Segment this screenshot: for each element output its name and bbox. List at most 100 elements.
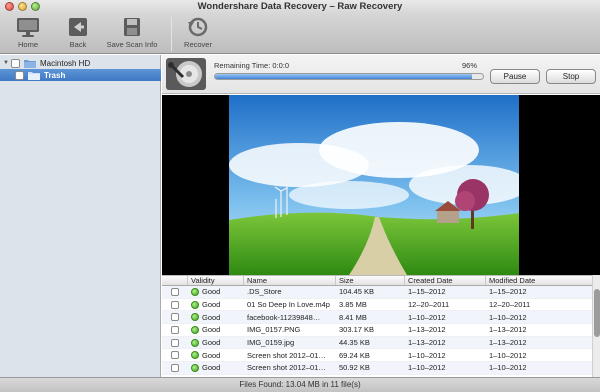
name-cell: IMG_0159.jpg [247,338,295,348]
row-checkbox-cell [162,338,188,347]
folder-icon [28,71,40,80]
column-header-modified-date[interactable]: Modified Date [486,276,592,285]
row-checkbox[interactable] [171,325,179,334]
name-cell: Screen shot 2012–01… [247,363,326,373]
floppy-disk-icon [124,18,140,36]
row-checkbox-cell [162,351,188,360]
home-label: Home [17,40,38,49]
created-date-cell: 1–15–2012 [408,287,446,297]
trash-checkbox[interactable] [15,70,24,80]
modified-date-cell: 1–10–2012 [489,350,527,360]
modified-date-cell: 1–13–2012 [489,338,527,348]
created-date-cell: 1–13–2012 [408,325,446,335]
row-checkbox[interactable] [171,313,179,322]
hard-drive-icon [166,58,206,90]
sidebar: ▼ Macintosh HD Trash [0,55,161,377]
row-checkbox-cell [162,287,188,296]
table-row[interactable]: Good .DS_Store 104.45 KB 1–15–2012 1–15–2012 [162,286,592,299]
recover-button[interactable]: Recover [170,16,226,49]
table-body: Good .DS_Store 104.45 KB 1–15–2012 1–15–2012… [162,286,592,375]
sidebar-item-label: Macintosh HD [40,58,91,68]
good-status-icon [191,338,199,347]
validity-text: Good [202,312,221,322]
good-status-icon [191,300,199,309]
back-button[interactable]: Back [50,16,106,49]
sidebar-item-trash[interactable]: Trash [0,69,161,81]
save-scan-info-button[interactable]: Save Scan Info [104,16,160,49]
row-checkbox[interactable] [171,363,179,372]
home-button[interactable]: Home [0,16,56,49]
table-row[interactable]: Good IMG_0157.PNG 303.17 KB 1–13–2012 1–13–2… [162,324,592,337]
size-cell: 303.17 KB [339,325,375,335]
back-label: Back [69,40,87,49]
table-row[interactable]: Good facebook-11239848… 8.41 MB 1–10–2012 1–… [162,311,592,325]
validity-text: Good [202,300,221,310]
row-checkbox-cell [162,300,188,309]
validity-text: Good [202,350,221,360]
table-row[interactable]: Good Screen shot 2012–01… 69.24 KB 1–10–201… [162,349,592,363]
good-status-icon [191,313,199,322]
modified-date-cell: 1–13–2012 [489,325,527,335]
size-cell: 104.45 KB [339,287,375,297]
clock-arrow-icon [188,17,208,37]
row-checkbox[interactable] [171,351,179,360]
column-header-size[interactable]: Size [336,276,405,285]
validity-cell: Good [188,325,244,334]
validity-text: Good [202,363,221,373]
modified-date-cell: 1–10–2012 [489,312,527,322]
row-checkbox[interactable] [171,338,179,347]
back-arrow-icon [69,18,87,36]
row-checkbox-cell [162,363,188,372]
validity-cell: Good [188,300,244,309]
row-checkbox[interactable] [171,300,179,309]
sidebar-item-label: Trash [44,70,66,80]
row-checkbox-cell [162,313,188,322]
name-cell: .DS_Store [247,287,282,297]
pause-button[interactable]: Pause [490,69,540,84]
column-header-name[interactable]: Name [244,276,336,285]
size-cell: 69.24 KB [339,350,370,360]
table-row[interactable]: Good IMG_0159.jpg 44.35 KB 1–13–2012 1–13–20… [162,336,592,350]
row-checkbox[interactable] [171,287,179,296]
scan-progress-panel: Remaining Time: 0:0:0 96% Pause Stop [162,55,600,94]
modified-date-cell: 12–20–2011 [489,300,531,310]
remaining-time: Remaining Time: 0:0:0 [214,61,290,70]
validity-text: Good [202,338,221,348]
progress-fill [215,74,473,79]
name-cell: 01 So Deep In Love.m4p [247,300,330,310]
validity-cell: Good [188,287,244,296]
sidebar-item-macintosh-hd[interactable]: ▼ Macintosh HD [0,57,161,69]
good-status-icon [191,325,199,334]
recovered-files-table: Validity Name Size Created Date Modified… [162,275,592,377]
folder-icon [24,59,36,68]
row-checkbox-cell [162,325,188,334]
good-status-icon [191,287,199,296]
modified-date-cell: 1–15–2012 [489,287,527,297]
scan-progress-bar [214,73,484,80]
table-row[interactable]: Good Screen shot 2012–01… 50.92 KB 1–10–201… [162,362,592,375]
column-header-created-date[interactable]: Created Date [405,276,486,285]
title-bar: Wondershare Data Recovery – Raw Recovery [0,0,600,14]
validity-text: Good [202,325,221,335]
table-scrollbar[interactable] [592,275,600,377]
table-row[interactable]: Good 01 So Deep In Love.m4p 3.85 MB 12–20–2… [162,299,592,312]
disclosure-triangle-icon[interactable]: ▼ [3,60,11,66]
save-scan-info-label: Save Scan Info [106,40,158,49]
created-date-cell: 1–10–2012 [408,350,446,360]
stop-button[interactable]: Stop [546,69,596,84]
created-date-cell: 12–20–2011 [408,300,450,310]
size-cell: 50.92 KB [339,363,370,373]
scrollbar-thumb[interactable] [594,289,600,337]
macintosh-hd-checkbox[interactable] [11,58,20,68]
file-preview-pane [162,95,600,275]
recover-label: Recover [184,40,212,49]
name-cell: facebook-11239848… [247,312,321,322]
created-date-cell: 1–13–2012 [408,338,446,348]
column-header-validity[interactable]: Validity [188,276,244,285]
size-cell: 8.41 MB [339,312,367,322]
select-column-header[interactable] [162,276,188,285]
good-status-icon [191,363,199,372]
created-date-cell: 1–10–2012 [408,312,446,322]
name-cell: Screen shot 2012–01… [247,350,326,360]
modified-date-cell: 1–10–2012 [489,363,527,373]
